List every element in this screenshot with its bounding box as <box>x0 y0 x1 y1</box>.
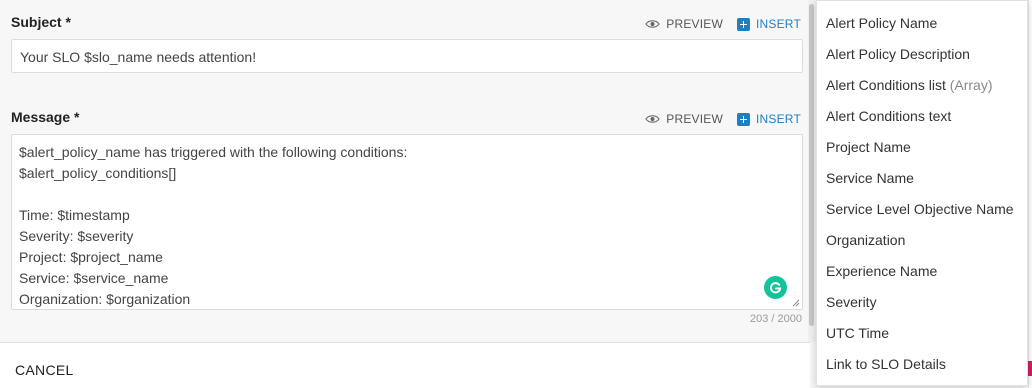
plus-icon <box>737 112 750 126</box>
message-line: Service: $service_name <box>19 270 169 286</box>
menu-item-alert-conditions-text[interactable]: Alert Conditions text <box>817 101 1027 132</box>
subject-input[interactable]: Your SLO $slo_name needs attention! <box>11 39 803 73</box>
message-line: $alert_policy_conditions[] <box>19 165 177 181</box>
menu-item-alert-policy-description[interactable]: Alert Policy Description <box>817 39 1027 70</box>
message-textarea[interactable]: $alert_policy_name has triggered with th… <box>11 134 803 310</box>
eye-icon <box>645 20 660 28</box>
message-preview-label: PREVIEW <box>666 112 723 126</box>
eye-icon <box>645 115 660 123</box>
menu-item-project-name[interactable]: Project Name <box>817 132 1027 163</box>
subject-insert-label: INSERT <box>756 17 801 31</box>
menu-item-hint: (Array) <box>949 77 993 93</box>
character-counter: 203 / 2000 <box>750 313 802 325</box>
subject-insert-button[interactable]: INSERT <box>737 17 801 31</box>
save-button-edge[interactable] <box>1028 361 1032 376</box>
subject-preview-button[interactable]: PREVIEW <box>645 17 723 31</box>
menu-item-alert-policy-name[interactable]: Alert Policy Name <box>817 8 1027 39</box>
menu-item-experience-name[interactable]: Experience Name <box>817 256 1027 287</box>
subject-actions: PREVIEW INSERT <box>645 17 801 31</box>
subject-label: Subject * <box>11 14 71 30</box>
message-insert-label: INSERT <box>756 112 801 126</box>
notification-form: Subject * PREVIEW INSERT Your SLO $slo_n… <box>0 0 810 342</box>
menu-item-slo-name[interactable]: Service Level Objective Name <box>817 194 1027 225</box>
message-line: Time: $timestamp <box>19 207 130 223</box>
menu-item-alert-conditions-list[interactable]: Alert Conditions list (Array) <box>817 70 1027 101</box>
message-line <box>19 184 795 205</box>
message-insert-button[interactable]: INSERT <box>737 112 801 126</box>
subject-preview-label: PREVIEW <box>666 17 723 31</box>
menu-item-service-name[interactable]: Service Name <box>817 163 1027 194</box>
background-panel <box>1028 0 1032 388</box>
message-line: Project: $project_name <box>19 249 163 265</box>
menu-item-organization[interactable]: Organization <box>817 225 1027 256</box>
insert-variable-menu: Alert Policy Name Alert Policy Descripti… <box>816 0 1028 386</box>
message-actions: PREVIEW INSERT <box>645 112 801 126</box>
message-line: Severity: $severity <box>19 228 134 244</box>
resize-handle-icon[interactable] <box>792 299 800 307</box>
menu-item-severity[interactable]: Severity <box>817 287 1027 318</box>
message-label: Message * <box>11 109 80 125</box>
grammarly-icon[interactable] <box>764 276 787 299</box>
cancel-button[interactable]: CANCEL <box>15 362 74 378</box>
message-preview-button[interactable]: PREVIEW <box>645 112 723 126</box>
message-line: Organization: $organization <box>19 291 191 307</box>
message-line: $alert_policy_name has triggered with th… <box>19 144 408 160</box>
plus-icon <box>737 17 750 31</box>
menu-item-link-to-slo-details[interactable]: Link to SLO Details <box>817 349 1027 380</box>
dialog-footer: CANCEL <box>0 342 810 388</box>
menu-item-utc-time[interactable]: UTC Time <box>817 318 1027 349</box>
scrollbar-thumb[interactable] <box>809 4 814 326</box>
